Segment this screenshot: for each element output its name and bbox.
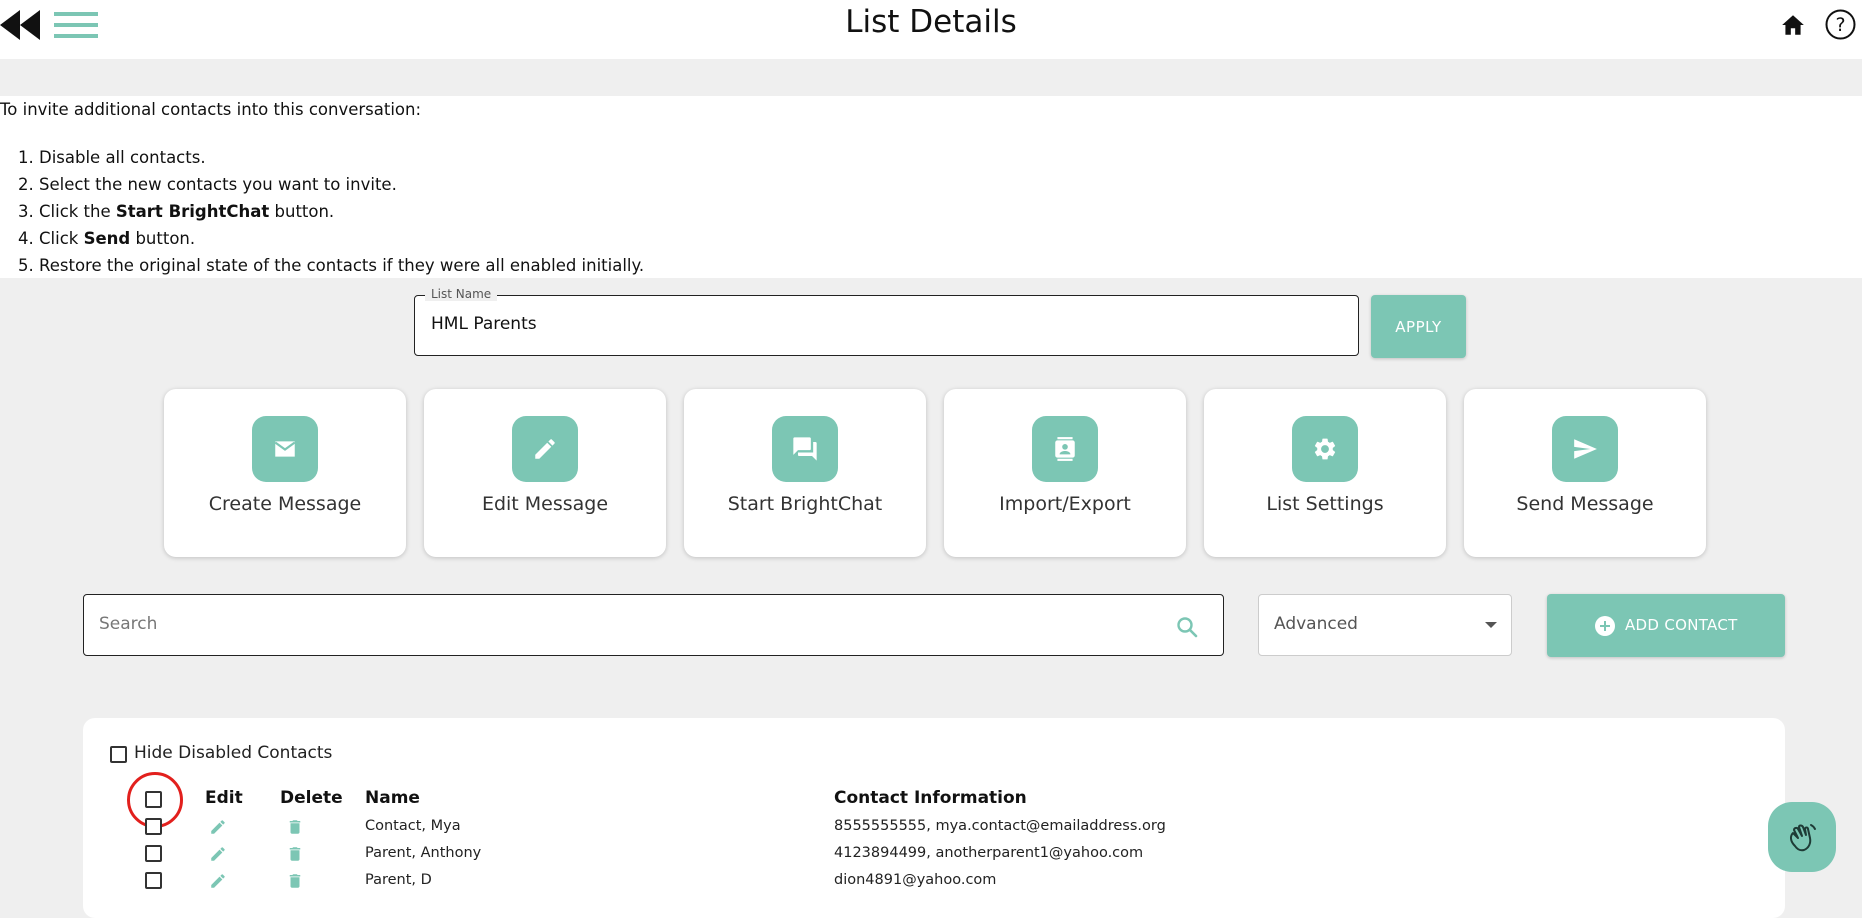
- edit-message-card[interactable]: Edit Message: [424, 389, 666, 557]
- import-export-card[interactable]: Import/Export: [944, 389, 1186, 557]
- instructions-panel: To invite additional contacts into this …: [0, 96, 1862, 278]
- list-name-input[interactable]: HML Parents: [431, 314, 537, 334]
- trash-icon[interactable]: [286, 845, 304, 863]
- card-label: List Settings: [1266, 493, 1384, 515]
- column-header-edit: Edit: [205, 788, 243, 808]
- search-input[interactable]: Search: [83, 594, 1224, 656]
- edit-pencil-icon[interactable]: [209, 872, 227, 890]
- contact-info: 4123894499, anotherparent1@yahoo.com: [834, 845, 1144, 861]
- trash-icon[interactable]: [286, 818, 304, 836]
- list-name-field[interactable]: List Name HML Parents: [414, 287, 1359, 356]
- instruction-step: 4. Click Send button.: [18, 229, 196, 248]
- svg-text:?: ?: [1835, 14, 1845, 36]
- instruction-step: 5. Restore the original state of the con…: [18, 256, 645, 275]
- card-label: Edit Message: [481, 493, 609, 515]
- waving-hand-icon: [1789, 824, 1816, 852]
- contact-name: Parent, Anthony: [365, 845, 482, 861]
- page-title: List Details: [845, 4, 1017, 40]
- chevron-down-icon: [1485, 622, 1497, 628]
- column-header-delete: Delete: [280, 788, 343, 808]
- advanced-filter-select[interactable]: Advanced: [1258, 594, 1512, 656]
- instruction-step: 1. Disable all contacts.: [18, 148, 206, 167]
- hide-disabled-label: Hide Disabled Contacts: [134, 743, 333, 763]
- envelope-icon: [252, 416, 318, 482]
- row-checkbox[interactable]: [145, 872, 162, 889]
- column-header-name: Name: [365, 788, 420, 808]
- search-icon[interactable]: [1175, 615, 1199, 639]
- chat-widget-button[interactable]: [1768, 802, 1836, 872]
- search-placeholder: Search: [99, 614, 158, 634]
- chat-icon: [772, 416, 838, 482]
- instructions-intro: To invite additional contacts into this …: [0, 100, 422, 119]
- contact-info: 8555555555, mya.contact@emailaddress.org: [834, 818, 1166, 834]
- apply-button[interactable]: APPLY: [1371, 295, 1466, 358]
- contact-info: dion4891@yahoo.com: [834, 872, 997, 888]
- edit-pencil-icon[interactable]: [209, 818, 227, 836]
- plus-circle-icon: [1595, 616, 1615, 636]
- card-label: Start BrightChat: [727, 493, 883, 515]
- contact-card-icon: [1032, 416, 1098, 482]
- column-header-contact-info: Contact Information: [834, 788, 1027, 808]
- instruction-step: 3. Click the Start BrightChat button.: [18, 202, 335, 221]
- instruction-step: 2. Select the new contacts you want to i…: [18, 175, 397, 194]
- contact-name: Parent, D: [365, 872, 432, 888]
- top-header: List Details ?: [0, 0, 1862, 59]
- edit-pencil-icon[interactable]: [209, 845, 227, 863]
- contact-name: Contact, Mya: [365, 818, 461, 834]
- help-icon[interactable]: ?: [1825, 9, 1856, 40]
- trash-icon[interactable]: [286, 872, 304, 890]
- list-settings-card[interactable]: List Settings: [1204, 389, 1446, 557]
- row-checkbox[interactable]: [145, 845, 162, 862]
- card-label: Create Message: [208, 493, 362, 515]
- add-contact-button[interactable]: ADD CONTACT: [1547, 594, 1785, 657]
- pencil-icon: [512, 416, 578, 482]
- send-icon: [1552, 416, 1618, 482]
- row-checkbox[interactable]: [145, 818, 162, 835]
- advanced-filter-value: Advanced: [1274, 614, 1358, 634]
- home-icon[interactable]: [1780, 12, 1806, 38]
- add-contact-label: ADD CONTACT: [1625, 616, 1738, 634]
- start-brightchat-card[interactable]: Start BrightChat: [684, 389, 926, 557]
- gear-icon: [1292, 416, 1358, 482]
- create-message-card[interactable]: Create Message: [164, 389, 406, 557]
- list-name-label: List Name: [425, 287, 498, 301]
- card-label: Send Message: [1516, 493, 1654, 515]
- send-message-card[interactable]: Send Message: [1464, 389, 1706, 557]
- card-label: Import/Export: [999, 493, 1131, 515]
- instructions-steps: 1. Disable all contacts. 2. Select the n…: [18, 144, 644, 279]
- hide-disabled-checkbox[interactable]: [110, 746, 127, 763]
- contacts-panel: Hide Disabled Contacts Edit Delete Name …: [83, 718, 1785, 918]
